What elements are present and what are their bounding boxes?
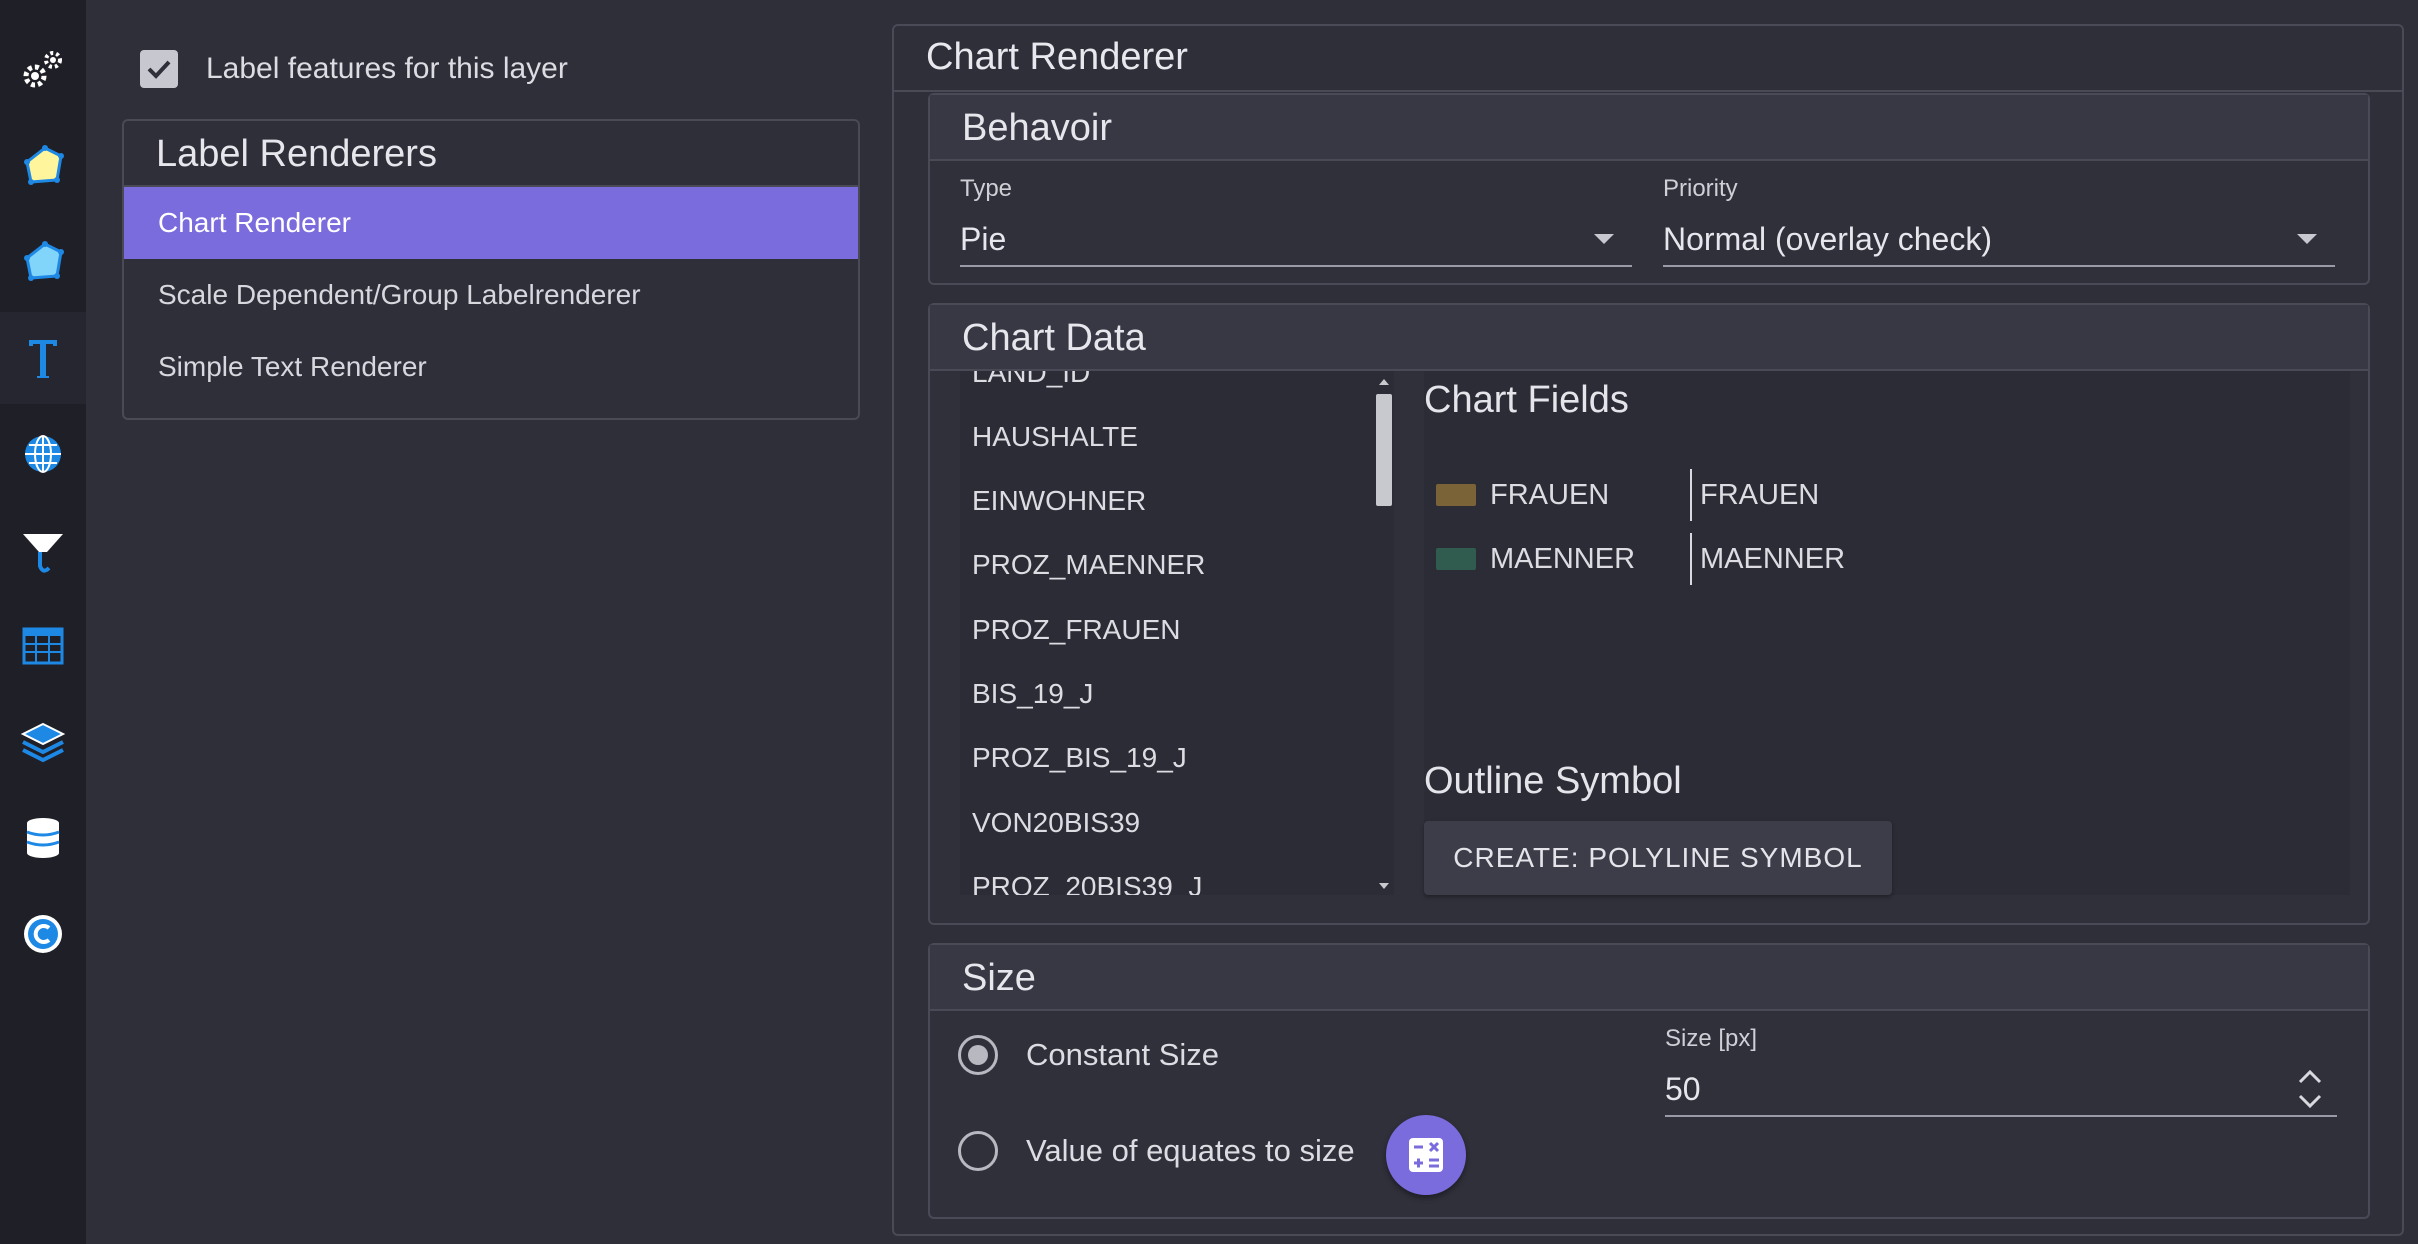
- rail-item-fill[interactable]: [0, 120, 86, 212]
- rail-item-table[interactable]: [0, 600, 86, 692]
- rail-item-copyright[interactable]: [0, 888, 86, 980]
- list-item[interactable]: LAND_ID: [972, 371, 1090, 389]
- value-size-option[interactable]: Value of equates to size: [958, 1131, 1355, 1171]
- rail-item-outline[interactable]: [0, 216, 86, 308]
- size-px-field[interactable]: 50: [1665, 1063, 2337, 1117]
- label-features-checkbox-row[interactable]: Label features for this layer: [140, 50, 568, 88]
- calculator-button[interactable]: [1386, 1115, 1466, 1195]
- list-item[interactable]: BIS_19_J: [972, 678, 1093, 710]
- chart-data-title: Chart Data: [930, 305, 2368, 371]
- label-features-checkbox[interactable]: [140, 50, 178, 88]
- label-renderers-title: Label Renderers: [124, 121, 858, 187]
- size-section: Size Constant Size Value of equates to s…: [928, 943, 2370, 1219]
- constant-size-radio[interactable]: [958, 1035, 998, 1075]
- rail-item-database[interactable]: [0, 792, 86, 884]
- chart-data-section: Chart Data LAND_ID HAUSHALTE EINWOHNER P…: [928, 303, 2370, 925]
- list-item[interactable]: EINWOHNER: [972, 485, 1146, 517]
- text-cursor: [1690, 469, 1692, 521]
- gears-icon: [23, 51, 62, 88]
- rail-item-layers[interactable]: [0, 696, 86, 788]
- create-polyline-symbol-button[interactable]: CREATE: POLYLINE SYMBOL: [1424, 821, 1892, 895]
- label-features-text: Label features for this layer: [206, 52, 568, 85]
- renderer-item-chart[interactable]: Chart Renderer: [124, 187, 858, 259]
- type-label: Type: [960, 175, 1013, 202]
- quantity-stepper[interactable]: [2297, 1068, 2323, 1110]
- radio-dot: [968, 1045, 988, 1065]
- behavior-title: Behavoir: [930, 95, 2368, 161]
- text-label-icon: [29, 340, 57, 378]
- divider: [894, 90, 2402, 92]
- table-icon: [22, 627, 64, 665]
- polygon-fill-icon: [24, 145, 64, 185]
- size-title: Size: [930, 945, 2368, 1011]
- calculator-icon: [1409, 1138, 1443, 1172]
- list-item[interactable]: PROZ_MAENNER: [972, 549, 1205, 581]
- constant-size-label: Constant Size: [1026, 1037, 1219, 1072]
- type-value: Pie: [960, 220, 1007, 257]
- outline-symbol-heading: Outline Symbol: [1424, 760, 1682, 802]
- chart-fields-pane: Chart Fields FRAUEN FRAUEN MAENNER MAENN…: [1424, 371, 2350, 895]
- rail-item-labels[interactable]: [0, 312, 86, 404]
- chart-field-label[interactable]: FRAUEN: [1700, 479, 1819, 512]
- priority-select-value[interactable]: Normal (overlay check): [1663, 213, 2335, 267]
- scroll-down-icon[interactable]: [1379, 883, 1389, 889]
- chart-field-row[interactable]: FRAUEN FRAUEN: [1436, 469, 1819, 521]
- available-fields-list[interactable]: LAND_ID HAUSHALTE EINWOHNER PROZ_MAENNER…: [960, 371, 1394, 895]
- list-item[interactable]: HAUSHALTE: [972, 421, 1138, 453]
- color-swatch[interactable]: [1436, 548, 1476, 570]
- rail-item-globe[interactable]: [0, 408, 86, 500]
- value-size-radio[interactable]: [958, 1131, 998, 1171]
- priority-select[interactable]: Priority Normal (overlay check): [1663, 175, 2335, 267]
- size-px-input[interactable]: Size [px] 50: [1665, 1025, 2337, 1117]
- checkmark-icon: [147, 60, 171, 79]
- type-select-value[interactable]: Pie: [960, 213, 1632, 267]
- size-px-value[interactable]: 50: [1665, 1071, 1701, 1108]
- constant-size-option[interactable]: Constant Size: [958, 1035, 1219, 1075]
- chevron-up-icon[interactable]: [2297, 1068, 2323, 1086]
- copyright-icon: [24, 915, 62, 953]
- chart-fields-heading: Chart Fields: [1424, 379, 1629, 421]
- database-icon: [26, 818, 60, 858]
- list-item[interactable]: VON20BIS39: [972, 807, 1140, 839]
- layers-icon: [20, 722, 66, 763]
- chart-field-row[interactable]: MAENNER MAENNER: [1436, 533, 1845, 585]
- value-size-label: Value of equates to size: [1026, 1133, 1355, 1168]
- type-select[interactable]: Type Pie: [960, 175, 1632, 267]
- polygon-outline-icon: [24, 241, 64, 281]
- label-renderers-panel: Label Renderers Chart Renderer Scale Dep…: [122, 119, 860, 420]
- chart-renderer-panel: Chart Renderer Behavoir Type Pie Priorit…: [892, 24, 2404, 1236]
- chevron-down-icon[interactable]: [2297, 234, 2317, 244]
- chart-field-label[interactable]: MAENNER: [1700, 543, 1845, 576]
- rail-item-filter[interactable]: [0, 504, 86, 596]
- priority-label: Priority: [1663, 175, 1738, 202]
- size-px-label: Size [px]: [1665, 1025, 1758, 1052]
- scrollbar-thumb[interactable]: [1376, 394, 1392, 506]
- chart-field-name: MAENNER: [1490, 542, 1636, 575]
- list-item[interactable]: PROZ_20BIS39_J: [972, 871, 1202, 895]
- icon-rail: [0, 0, 86, 1244]
- priority-value: Normal (overlay check): [1663, 220, 1992, 257]
- list-item[interactable]: PROZ_BIS_19_J: [972, 742, 1187, 774]
- renderer-item-scale-dependent[interactable]: Scale Dependent/Group Labelrenderer: [124, 259, 858, 331]
- globe-icon: [25, 435, 61, 473]
- list-item[interactable]: PROZ_FRAUEN: [972, 614, 1180, 646]
- chart-field-name: FRAUEN: [1490, 478, 1610, 511]
- chart-renderer-title: Chart Renderer: [926, 36, 1188, 78]
- renderer-item-simple-text[interactable]: Simple Text Renderer: [124, 331, 858, 403]
- color-swatch[interactable]: [1436, 484, 1476, 506]
- rail-item-settings[interactable]: [0, 24, 86, 116]
- filter-icon: [23, 534, 63, 573]
- chevron-down-icon[interactable]: [1594, 234, 1614, 244]
- text-cursor: [1690, 533, 1692, 585]
- scroll-up-icon[interactable]: [1379, 379, 1389, 385]
- behavior-section: Behavoir Type Pie Priority Normal (overl…: [928, 93, 2370, 285]
- chevron-down-icon[interactable]: [2297, 1092, 2323, 1110]
